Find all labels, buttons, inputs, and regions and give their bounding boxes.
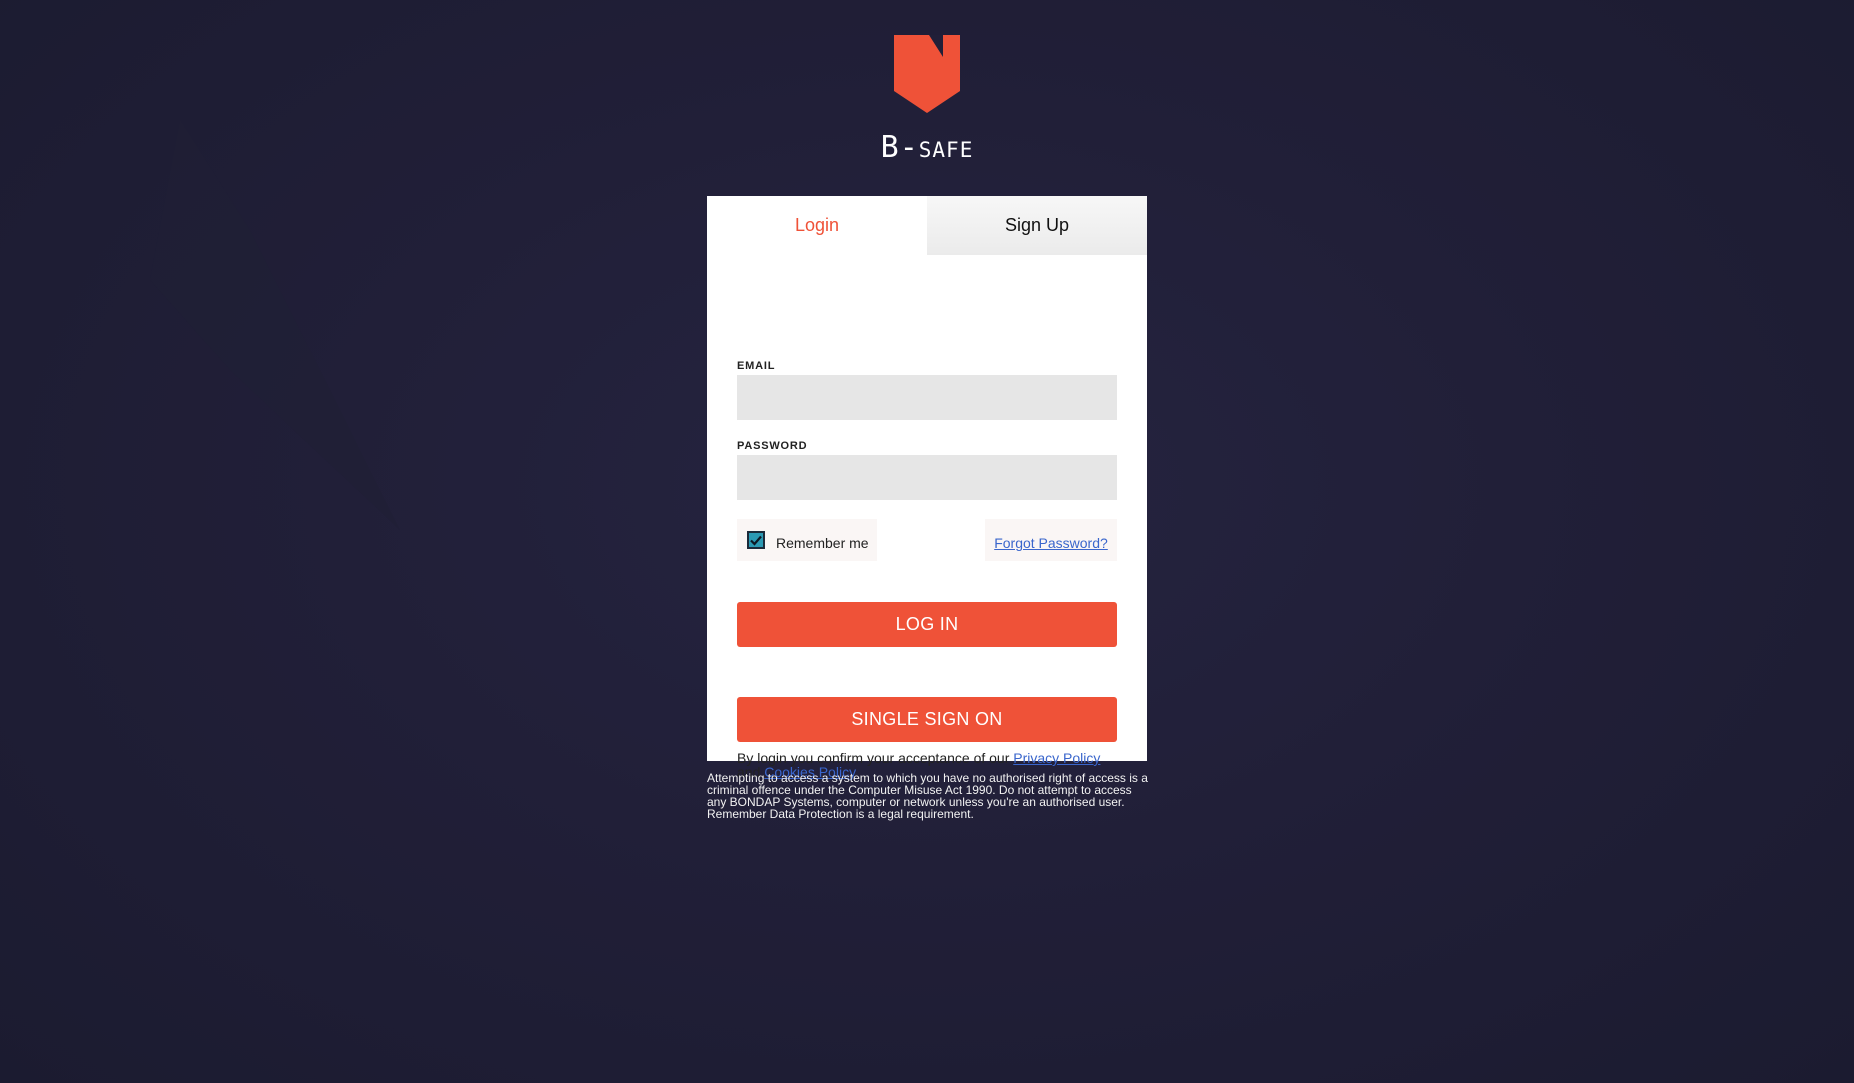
email-field[interactable] <box>737 375 1117 420</box>
brand-logo: B-safe <box>857 35 997 163</box>
shield-logo-icon <box>894 35 960 113</box>
brand-name: B-safe <box>880 130 974 165</box>
privacy-policy-link[interactable]: Privacy Policy <box>1013 750 1100 766</box>
password-field[interactable] <box>737 455 1117 500</box>
remember-me-label: Remember me <box>776 535 869 551</box>
remember-me: Remember me <box>737 519 877 561</box>
checkmark-icon <box>750 535 762 546</box>
login-card: Login Sign Up EMAIL PASSWORD Remember me… <box>707 196 1147 779</box>
remember-me-checkbox[interactable] <box>747 531 765 549</box>
login-button[interactable]: LOG IN <box>737 602 1117 647</box>
password-label: PASSWORD <box>737 440 808 452</box>
forgot-password-link[interactable]: Forgot Password? <box>994 535 1108 551</box>
background-decoration <box>150 120 400 530</box>
tab-sign-up[interactable]: Sign Up <box>927 196 1147 255</box>
forgot-password-container: Forgot Password? <box>985 519 1117 561</box>
email-label: EMAIL <box>737 360 776 372</box>
tab-login[interactable]: Login <box>707 196 927 255</box>
auth-tabs: Login Sign Up <box>707 196 1147 255</box>
legal-disclaimer: Attempting to access a system to which y… <box>707 771 1148 821</box>
single-sign-on-button[interactable]: SINGLE SIGN ON <box>737 697 1117 742</box>
